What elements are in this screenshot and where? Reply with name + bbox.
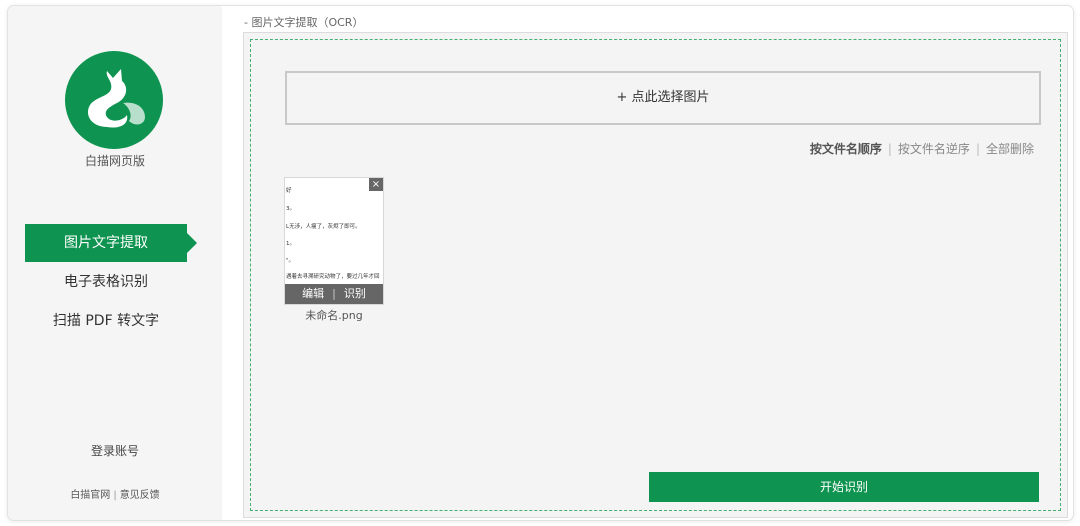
sort-separator: |	[887, 142, 892, 156]
breadcrumb: - 图片文字提取（OCR）	[244, 16, 364, 29]
thumbnail-actions: 编辑 | 识别	[285, 284, 383, 304]
thumbnail-preview: 好 3。 L无涉，人瘦了，灰烬了即可。 1。 "。 遇着去寻溯研究动物了，要过几…	[285, 178, 383, 280]
preview-line: 1。	[286, 241, 295, 247]
select-image-button[interactable]: + 点此选择图片	[285, 71, 1041, 125]
preview-line: 3。	[286, 206, 295, 212]
file-thumbnail[interactable]: 好 3。 L无涉，人瘦了，灰烬了即可。 1。 "。 遇着去寻溯研究动物了，要过几…	[284, 177, 384, 305]
preview-line: "。	[286, 258, 295, 264]
app-logo	[65, 51, 163, 149]
preview-line: 遇着去寻溯研究动物了，要过几年才回	[286, 274, 380, 280]
drop-zone[interactable]: + 点此选择图片 按文件名顺序 | 按文件名逆序 | 全部删除 好 3。 L无涉，人瘦了…	[250, 39, 1061, 511]
file-name: 未命名.png	[305, 309, 363, 322]
sort-bar: 按文件名顺序 | 按文件名逆序 | 全部删除	[810, 140, 1034, 157]
official-site-link[interactable]: 白描官网	[70, 490, 110, 501]
sidebar: 白描网页版 图片文字提取 电子表格识别 扫描 PDF 转文字 登录账号 白描官网…	[8, 6, 222, 520]
brand-name: 白描网页版	[84, 154, 145, 168]
sort-name-desc-link[interactable]: 按文件名逆序	[898, 142, 970, 156]
preview-line: L无涉，人瘦了，灰烬了即可。	[286, 224, 361, 230]
app-window: 白描网页版 图片文字提取 电子表格识别 扫描 PDF 转文字 登录账号 白描官网…	[8, 6, 1073, 520]
upload-panel: + 点此选择图片 按文件名顺序 | 按文件名逆序 | 全部删除 好 3。 L无涉，人瘦了…	[243, 32, 1068, 518]
feedback-link[interactable]: 意见反馈	[120, 490, 160, 501]
preview-line: 好	[286, 188, 292, 194]
delete-all-link[interactable]: 全部删除	[986, 142, 1034, 156]
nav-image-ocr[interactable]: 图片文字提取	[25, 224, 197, 262]
main-content: - 图片文字提取（OCR） + 点此选择图片 按文件名顺序 | 按文件名逆序 | 全部删…	[222, 6, 1073, 520]
start-recognition-button[interactable]: 开始识别	[649, 472, 1039, 502]
footer-links: 白描官网 | 意见反馈	[8, 486, 222, 501]
recognize-button[interactable]: 识别	[336, 284, 374, 304]
nav-pdf-to-text[interactable]: 扫描 PDF 转文字	[25, 302, 187, 340]
footer-separator: |	[113, 490, 117, 501]
login-link[interactable]: 登录账号	[8, 442, 222, 459]
nav-spreadsheet-ocr[interactable]: 电子表格识别	[25, 263, 187, 301]
close-icon[interactable]: ×	[369, 178, 383, 191]
sort-name-asc-link[interactable]: 按文件名顺序	[810, 142, 882, 156]
sort-separator: |	[975, 142, 980, 156]
edit-button[interactable]: 编辑	[294, 284, 332, 304]
